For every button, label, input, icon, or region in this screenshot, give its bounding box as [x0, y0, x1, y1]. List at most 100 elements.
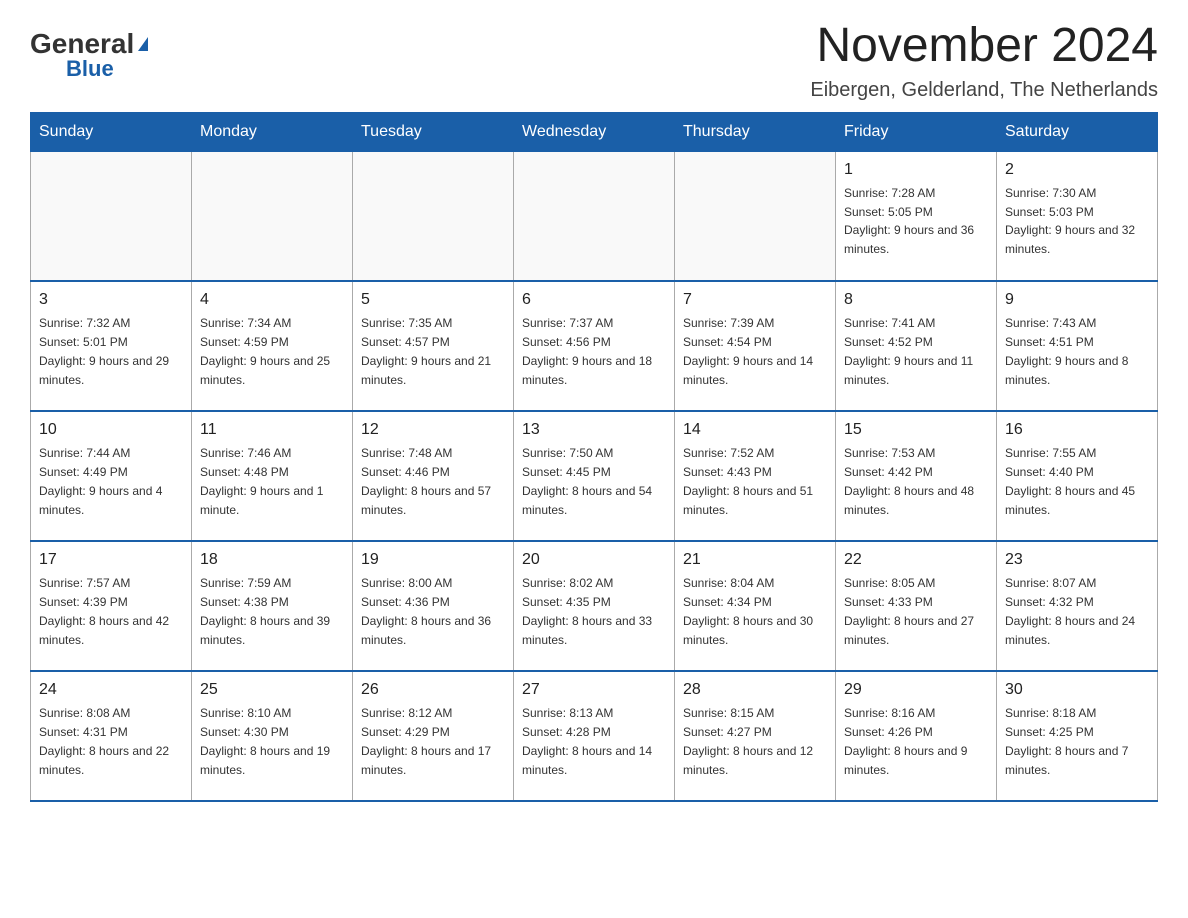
day-info: Sunrise: 7:41 AM Sunset: 4:52 PM Dayligh… — [844, 316, 973, 386]
day-info: Sunrise: 8:08 AM Sunset: 4:31 PM Dayligh… — [39, 706, 169, 776]
day-cell: 9Sunrise: 7:43 AM Sunset: 4:51 PM Daylig… — [997, 281, 1158, 411]
day-cell — [514, 151, 675, 281]
day-number: 29 — [844, 678, 988, 702]
day-info: Sunrise: 7:46 AM Sunset: 4:48 PM Dayligh… — [200, 446, 323, 516]
day-cell — [31, 151, 192, 281]
header-wednesday: Wednesday — [514, 112, 675, 151]
day-cell: 29Sunrise: 8:16 AM Sunset: 4:26 PM Dayli… — [836, 671, 997, 801]
day-info: Sunrise: 8:10 AM Sunset: 4:30 PM Dayligh… — [200, 706, 330, 776]
day-number: 23 — [1005, 548, 1149, 572]
day-cell: 28 Sunrise: 8:15 AM Sunset: 4:27 PM Dayli… — [675, 671, 836, 801]
day-info: Sunrise: 8:00 AM Sunset: 4:36 PM Dayligh… — [361, 576, 491, 646]
day-number: 15 — [844, 418, 988, 442]
day-number: 14 — [683, 418, 827, 442]
day-info: Sunrise: 8:02 AM Sunset: 4:35 PM Dayligh… — [522, 576, 652, 646]
week-row-4: 17Sunrise: 7:57 AM Sunset: 4:39 PM Dayli… — [31, 541, 1158, 671]
day-cell: 20 Sunrise: 8:02 AM Sunset: 4:35 PM Dayli… — [514, 541, 675, 671]
day-number: 13 — [522, 418, 666, 442]
day-cell: 18 Sunrise: 7:59 AM Sunset: 4:38 PM Dayli… — [192, 541, 353, 671]
day-info: Sunrise: 7:44 AM Sunset: 4:49 PM Dayligh… — [39, 446, 162, 516]
day-info: Sunrise: 8:07 AM Sunset: 4:32 PM Dayligh… — [1005, 576, 1135, 646]
day-number: 18 — [200, 548, 344, 572]
header: General Blue November 2024 Eibergen, Gel… — [30, 20, 1158, 102]
day-number: 25 — [200, 678, 344, 702]
header-sunday: Sunday — [31, 112, 192, 151]
day-number: 4 — [200, 288, 344, 312]
day-cell: 21 Sunrise: 8:04 AM Sunset: 4:34 PM Dayli… — [675, 541, 836, 671]
day-number: 28 — [683, 678, 827, 702]
day-number: 22 — [844, 548, 988, 572]
day-info: Sunrise: 7:59 AM Sunset: 4:38 PM Dayligh… — [200, 576, 330, 646]
day-cell — [675, 151, 836, 281]
day-cell: 10 Sunrise: 7:44 AM Sunset: 4:49 PM Dayli… — [31, 411, 192, 541]
calendar-subtitle: Eibergen, Gelderland, The Netherlands — [810, 79, 1158, 102]
day-cell — [353, 151, 514, 281]
day-cell: 16Sunrise: 7:55 AM Sunset: 4:40 PM Dayli… — [997, 411, 1158, 541]
day-info: Sunrise: 8:05 AM Sunset: 4:33 PM Dayligh… — [844, 576, 974, 646]
day-cell: 1 Sunrise: 7:28 AM Sunset: 5:05 PM Daylig… — [836, 151, 997, 281]
day-cell: 17Sunrise: 7:57 AM Sunset: 4:39 PM Dayli… — [31, 541, 192, 671]
day-info: Sunrise: 7:39 AM Sunset: 4:54 PM Dayligh… — [683, 316, 813, 386]
day-info: Sunrise: 7:52 AM Sunset: 4:43 PM Dayligh… — [683, 446, 813, 516]
day-number: 11 — [200, 418, 344, 442]
logo-triangle-icon — [138, 37, 148, 51]
day-number: 19 — [361, 548, 505, 572]
header-saturday: Saturday — [997, 112, 1158, 151]
day-info: Sunrise: 7:37 AM Sunset: 4:56 PM Dayligh… — [522, 316, 652, 386]
header-friday: Friday — [836, 112, 997, 151]
header-monday: Monday — [192, 112, 353, 151]
day-info: Sunrise: 7:48 AM Sunset: 4:46 PM Dayligh… — [361, 446, 491, 516]
calendar-title: November 2024 — [810, 20, 1158, 73]
day-info: Sunrise: 8:13 AM Sunset: 4:28 PM Dayligh… — [522, 706, 652, 776]
day-number: 24 — [39, 678, 183, 702]
day-number: 8 — [844, 288, 988, 312]
title-area: November 2024 Eibergen, Gelderland, The … — [810, 20, 1158, 102]
calendar-table: SundayMondayTuesdayWednesdayThursdayFrid… — [30, 112, 1158, 803]
day-info: Sunrise: 8:15 AM Sunset: 4:27 PM Dayligh… — [683, 706, 813, 776]
day-cell: 2Sunrise: 7:30 AM Sunset: 5:03 PM Daylig… — [997, 151, 1158, 281]
day-number: 20 — [522, 548, 666, 572]
day-cell: 8 Sunrise: 7:41 AM Sunset: 4:52 PM Daylig… — [836, 281, 997, 411]
day-number: 21 — [683, 548, 827, 572]
day-info: Sunrise: 7:32 AM Sunset: 5:01 PM Dayligh… — [39, 316, 169, 386]
day-info: Sunrise: 7:34 AM Sunset: 4:59 PM Dayligh… — [200, 316, 330, 386]
day-number: 10 — [39, 418, 183, 442]
day-cell: 19 Sunrise: 8:00 AM Sunset: 4:36 PM Dayli… — [353, 541, 514, 671]
day-cell: 26Sunrise: 8:12 AM Sunset: 4:29 PM Dayli… — [353, 671, 514, 801]
logo: General Blue — [30, 30, 148, 82]
day-info: Sunrise: 7:30 AM Sunset: 5:03 PM Dayligh… — [1005, 186, 1135, 256]
calendar-header-row: SundayMondayTuesdayWednesdayThursdayFrid… — [31, 112, 1158, 151]
day-cell: 11 Sunrise: 7:46 AM Sunset: 4:48 PM Dayli… — [192, 411, 353, 541]
day-cell: 23 Sunrise: 8:07 AM Sunset: 4:32 PM Dayli… — [997, 541, 1158, 671]
logo-blue: Blue — [66, 56, 114, 82]
day-cell: 3 Sunrise: 7:32 AM Sunset: 5:01 PM Daylig… — [31, 281, 192, 411]
day-cell: 13 Sunrise: 7:50 AM Sunset: 4:45 PM Dayli… — [514, 411, 675, 541]
day-cell: 24 Sunrise: 8:08 AM Sunset: 4:31 PM Dayli… — [31, 671, 192, 801]
day-number: 26 — [361, 678, 505, 702]
day-cell: 14 Sunrise: 7:52 AM Sunset: 4:43 PM Dayli… — [675, 411, 836, 541]
day-cell: 30Sunrise: 8:18 AM Sunset: 4:25 PM Dayli… — [997, 671, 1158, 801]
day-cell: 27 Sunrise: 8:13 AM Sunset: 4:28 PM Dayli… — [514, 671, 675, 801]
day-number: 9 — [1005, 288, 1149, 312]
day-info: Sunrise: 7:50 AM Sunset: 4:45 PM Dayligh… — [522, 446, 652, 516]
day-info: Sunrise: 8:04 AM Sunset: 4:34 PM Dayligh… — [683, 576, 813, 646]
day-cell: 7Sunrise: 7:39 AM Sunset: 4:54 PM Daylig… — [675, 281, 836, 411]
day-cell: 15 Sunrise: 7:53 AM Sunset: 4:42 PM Dayli… — [836, 411, 997, 541]
day-cell: 22 Sunrise: 8:05 AM Sunset: 4:33 PM Dayli… — [836, 541, 997, 671]
day-cell: 25 Sunrise: 8:10 AM Sunset: 4:30 PM Dayli… — [192, 671, 353, 801]
header-tuesday: Tuesday — [353, 112, 514, 151]
day-cell: 12Sunrise: 7:48 AM Sunset: 4:46 PM Dayli… — [353, 411, 514, 541]
day-number: 3 — [39, 288, 183, 312]
week-row-2: 3 Sunrise: 7:32 AM Sunset: 5:01 PM Daylig… — [31, 281, 1158, 411]
day-number: 5 — [361, 288, 505, 312]
day-info: Sunrise: 7:28 AM Sunset: 5:05 PM Dayligh… — [844, 186, 974, 256]
day-number: 1 — [844, 158, 988, 182]
week-row-3: 10 Sunrise: 7:44 AM Sunset: 4:49 PM Dayli… — [31, 411, 1158, 541]
day-info: Sunrise: 7:53 AM Sunset: 4:42 PM Dayligh… — [844, 446, 974, 516]
day-cell: 5Sunrise: 7:35 AM Sunset: 4:57 PM Daylig… — [353, 281, 514, 411]
header-thursday: Thursday — [675, 112, 836, 151]
day-cell: 6Sunrise: 7:37 AM Sunset: 4:56 PM Daylig… — [514, 281, 675, 411]
day-number: 27 — [522, 678, 666, 702]
day-number: 17 — [39, 548, 183, 572]
day-number: 16 — [1005, 418, 1149, 442]
